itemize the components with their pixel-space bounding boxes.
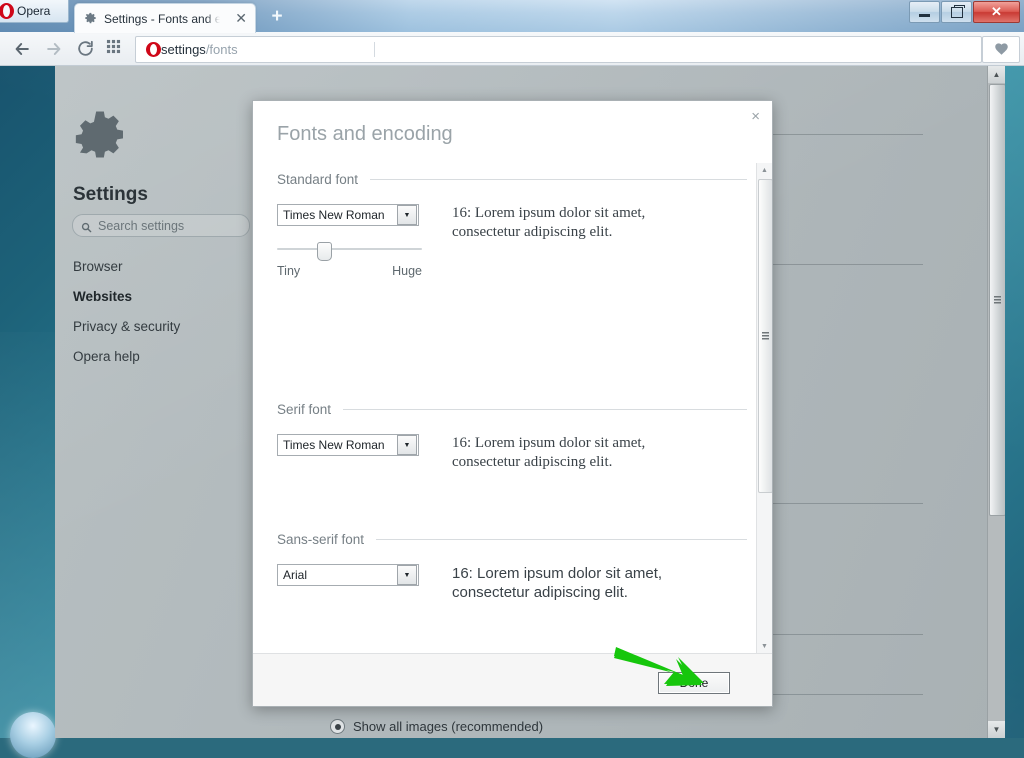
scroll-down-arrow-icon[interactable]: ▼ (757, 639, 772, 654)
sidebar-item-privacy[interactable]: Privacy & security (73, 319, 180, 334)
slider-max-label: Huge (392, 264, 422, 278)
url-path: /fonts (205, 42, 238, 57)
font-preview: 16: Lorem ipsum dolor sit amet, consecte… (452, 564, 662, 602)
sidebar-item-websites[interactable]: Websites (73, 289, 132, 304)
selected-font-value: Times New Roman (283, 438, 385, 452)
sidebar-item-browser[interactable]: Browser (73, 259, 123, 274)
heart-icon[interactable] (982, 36, 1020, 63)
page-scrollbar-thumb[interactable] (989, 84, 1005, 516)
sidebar-item-help[interactable]: Opera help (73, 349, 140, 364)
window-controls: ✕ (908, 1, 1020, 23)
navigation-toolbar: settings/fonts (0, 32, 1024, 66)
section-rule (370, 179, 747, 180)
section-header: Serif font (277, 402, 747, 417)
title-bar: Opera Settings - Fonts and encod ✕ + ✕ (0, 0, 1024, 33)
url-host: settings (161, 42, 206, 57)
section-rule (376, 539, 747, 540)
search-icon (81, 220, 92, 233)
dialog-scrollbar[interactable]: ▲ ▼ (756, 163, 772, 654)
new-tab-button[interactable]: + (268, 7, 286, 26)
dialog-scroll-area: Standard font Times New Roman ▼ Tiny Hug… (253, 163, 772, 654)
dialog-footer: Done (253, 653, 772, 706)
opera-browser-window: Opera Settings - Fonts and encod ✕ + ✕ (0, 0, 1024, 738)
section-header: Standard font (277, 172, 747, 187)
dialog-scrollbar-thumb[interactable] (758, 179, 772, 493)
scroll-down-arrow-icon[interactable]: ▼ (988, 721, 1005, 738)
font-preview: 16: Lorem ipsum dolor sit amet, consecte… (452, 204, 645, 278)
preview-line-1: 16: Lorem ipsum dolor sit amet, (452, 435, 646, 451)
section-standard-font: Standard font Times New Roman ▼ Tiny Hug… (277, 172, 747, 278)
opera-menu-button[interactable]: Opera (0, 0, 69, 23)
section-body: Times New Roman ▼ 16: Lorem ipsum dolor … (277, 434, 747, 472)
section-controls: Arial ▼ (277, 564, 452, 602)
maximize-icon (950, 4, 965, 18)
tab-title: Settings - Fonts and encod (104, 11, 220, 26)
minimize-icon (919, 13, 930, 17)
slider-thumb[interactable] (317, 242, 333, 261)
section-label: Standard font (277, 172, 359, 187)
opera-logo-icon (146, 42, 161, 57)
scrollbar-grip (762, 332, 769, 340)
scrollbar-grip (994, 296, 1001, 304)
section-label: Serif font (277, 402, 332, 417)
section-label: Sans-serif font (277, 532, 365, 547)
show-all-images-label: Show all images (recommended) (353, 719, 544, 734)
scroll-up-arrow-icon[interactable]: ▲ (757, 163, 772, 178)
preview-line-2: consectetur adipiscing elit. (452, 584, 628, 602)
preview-line-2: consectetur adipiscing elit. (452, 224, 613, 241)
section-body: Times New Roman ▼ Tiny Huge 16: Lorem ip… (277, 204, 747, 278)
slider-labels: Tiny Huge (277, 264, 422, 278)
minimize-button[interactable] (909, 1, 940, 23)
preview-line-1: 16: Lorem ipsum dolor sit amet, (452, 565, 663, 582)
slider-track (277, 248, 422, 250)
reload-icon[interactable] (76, 39, 96, 59)
opera-menu-label: Opera (17, 4, 51, 18)
section-header: Sans-serif font (277, 532, 747, 547)
scroll-up-arrow-icon[interactable]: ▲ (988, 66, 1005, 83)
speed-dial-grid-icon[interactable] (106, 39, 126, 59)
section-body: Arial ▼ 16: Lorem ipsum dolor sit amet, … (277, 564, 747, 602)
standard-font-select[interactable]: Times New Roman ▼ (277, 204, 419, 226)
selected-font-value: Arial (283, 568, 308, 582)
tab-close-icon[interactable]: ✕ (235, 11, 247, 25)
sans-serif-font-select[interactable]: Arial ▼ (277, 564, 419, 586)
section-sans-serif-font: Sans-serif font Arial ▼ 16: Lorem ipsum … (277, 532, 747, 602)
page-scrollbar[interactable]: ▲ ▼ (987, 66, 1005, 738)
chevron-down-icon[interactable]: ▼ (397, 565, 417, 585)
back-icon[interactable] (12, 39, 32, 59)
preview-line-2: consectetur adipiscing elit. (452, 454, 613, 471)
preview-line-1: 16: Lorem ipsum dolor sit amet, (452, 205, 646, 221)
address-divider (374, 42, 375, 57)
show-all-images-option[interactable]: Show all images (recommended) (330, 719, 543, 734)
search-placeholder: Search settings (98, 218, 185, 233)
chevron-down-icon[interactable]: ▼ (397, 205, 417, 225)
dialog-title: Fonts and encoding (277, 123, 453, 145)
chevron-down-icon[interactable]: ▼ (397, 435, 417, 455)
close-icon[interactable]: × (751, 109, 760, 124)
close-window-button[interactable]: ✕ (973, 1, 1020, 23)
page-title: Settings (73, 184, 148, 205)
address-bar[interactable]: settings/fonts (135, 36, 982, 63)
slider-min-label: Tiny (277, 264, 301, 278)
section-serif-font: Serif font Times New Roman ▼ 16: Lorem i… (277, 402, 747, 472)
opera-logo-icon (0, 3, 14, 19)
radio-button-selected[interactable] (330, 719, 345, 734)
gear-icon (84, 12, 97, 25)
forward-icon[interactable] (44, 39, 64, 59)
selected-font-value: Times New Roman (283, 208, 385, 222)
serif-font-select[interactable]: Times New Roman ▼ (277, 434, 419, 456)
font-preview: 16: Lorem ipsum dolor sit amet, consecte… (452, 434, 645, 472)
done-button[interactable]: Done (658, 672, 730, 694)
section-controls: Times New Roman ▼ Tiny Huge (277, 204, 452, 278)
section-controls: Times New Roman ▼ (277, 434, 452, 472)
fonts-and-encoding-dialog: × Fonts and encoding Standard font Times… (252, 100, 773, 707)
section-rule (343, 409, 747, 410)
gear-icon (72, 108, 128, 164)
address-url: settings/fonts (161, 42, 238, 57)
browser-tab[interactable]: Settings - Fonts and encod ✕ (74, 3, 256, 33)
maximize-button[interactable] (941, 1, 972, 23)
settings-sidebar: Settings Search settings Browser Website… (55, 66, 285, 738)
search-input[interactable]: Search settings (72, 214, 250, 237)
font-size-slider[interactable] (277, 242, 422, 261)
